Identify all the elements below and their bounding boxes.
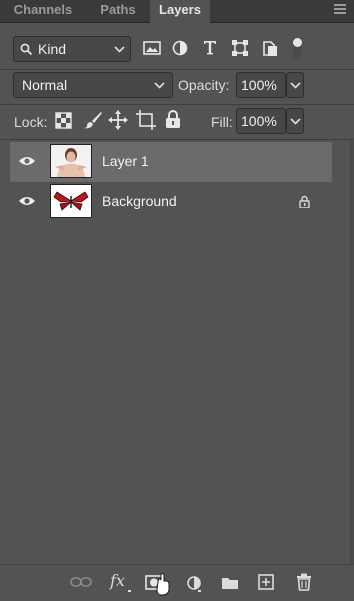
lock-position-move-icon[interactable] xyxy=(108,110,128,130)
shape-layer-filter-icon[interactable] xyxy=(231,39,249,57)
opacity-label: Opacity: xyxy=(178,77,230,93)
background-thumbnail xyxy=(50,184,92,218)
pixel-layer-filter-icon[interactable] xyxy=(143,40,161,56)
butterfly-thumbnail-image xyxy=(51,185,91,217)
new-layer-icon[interactable] xyxy=(258,574,274,590)
blend-mode-value: Normal xyxy=(22,77,68,93)
toggle-knob xyxy=(293,38,302,47)
tab-channels[interactable]: Channels xyxy=(0,0,86,22)
type-layer-filter-icon[interactable] xyxy=(202,39,218,56)
panel-menu-icon[interactable] xyxy=(334,4,346,16)
layer-locked-icon xyxy=(299,195,310,208)
lock-all-icon[interactable] xyxy=(165,110,181,129)
new-group-folder-icon[interactable] xyxy=(221,576,239,590)
fill-dropdown-button[interactable] xyxy=(286,108,304,134)
adjustment-layer-filter-icon[interactable] xyxy=(172,40,188,56)
chevron-down-icon xyxy=(154,82,165,89)
chevron-down-icon xyxy=(290,118,301,125)
fx-menu-indicator xyxy=(128,590,131,592)
layer-row-layer-1[interactable]: Layer 1 xyxy=(10,142,332,182)
layer-style-fx-button[interactable]: fx xyxy=(110,571,125,590)
layers-bottom-toolbar: fx xyxy=(0,564,354,601)
visibility-eye-icon[interactable] xyxy=(18,195,36,207)
chevron-down-icon xyxy=(290,82,301,89)
visibility-eye-icon[interactable] xyxy=(18,155,36,167)
fill-label: Fill: xyxy=(211,114,233,130)
filter-kind-dropdown[interactable]: Kind xyxy=(13,36,131,62)
lock-image-pixels-brush-icon[interactable] xyxy=(83,110,103,130)
divider xyxy=(0,139,354,140)
lock-transparent-pixels-icon[interactable] xyxy=(55,112,72,129)
divider xyxy=(0,69,354,70)
blend-mode-dropdown[interactable]: Normal xyxy=(13,72,173,98)
tab-paths[interactable]: Paths xyxy=(88,0,148,22)
delete-layer-trash-icon[interactable] xyxy=(296,573,312,591)
background-layer-name[interactable]: Background xyxy=(102,193,177,209)
layer-row-background[interactable]: Background xyxy=(10,182,332,222)
portrait-thumbnail-image xyxy=(51,145,91,177)
filter-toggle-switch[interactable] xyxy=(293,38,302,60)
lock-label: Lock: xyxy=(14,114,48,130)
new-adjustment-layer-icon[interactable] xyxy=(186,576,202,592)
add-layer-mask-icon[interactable] xyxy=(145,572,173,596)
layer-1-name[interactable]: Layer 1 xyxy=(102,153,149,169)
panel-tab-bar: Channels Paths Layers xyxy=(0,0,354,23)
opacity-dropdown-button[interactable] xyxy=(286,72,304,98)
fill-input[interactable]: 100% xyxy=(236,108,286,134)
opacity-input[interactable]: 100% xyxy=(236,72,286,98)
search-icon xyxy=(20,43,33,56)
link-layers-icon[interactable] xyxy=(70,576,92,588)
layers-scrollbar[interactable] xyxy=(350,138,354,564)
layer-1-thumbnail xyxy=(50,144,92,178)
smart-object-filter-icon[interactable] xyxy=(262,39,278,57)
filter-kind-label: Kind xyxy=(38,41,67,57)
divider xyxy=(0,104,354,105)
lock-artboard-icon[interactable] xyxy=(136,110,156,130)
chevron-down-icon xyxy=(114,46,125,53)
fill-value: 100% xyxy=(241,113,277,129)
opacity-value: 100% xyxy=(241,77,277,93)
tab-layers[interactable]: Layers xyxy=(150,0,210,23)
